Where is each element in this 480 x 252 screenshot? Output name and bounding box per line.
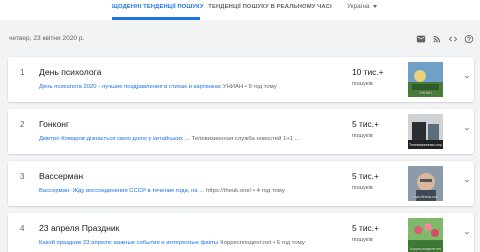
thumbnail-caption: УНИАН [419,91,432,95]
region-label: Україна [347,3,370,10]
trend-article: Вассерман: Жду воссоединения СССР в тече… [39,188,339,194]
article-source: Корреспондент.net • 6 год тому [220,240,305,246]
article-link[interactable]: Вассерман: Жду воссоединения СССР в тече… [39,188,204,194]
thumbnail-caption: https://theuk.one/ [411,195,440,199]
top-navigation: ЩОДЕННІ ТЕНДЕНЦІЇ ПОШУКУ ТЕНДЕНЦІЇ ПОШУК… [0,0,480,20]
search-count: 5 тис.+ [352,223,379,233]
trend-article: Дмитро Комаров дізнається свою долю у ки… [39,136,339,142]
search-count-label: пошуків [352,81,373,87]
article-source: Телевизионная служба новостей 1+1 ... [191,136,300,142]
trend-title[interactable]: День психолога [39,67,101,77]
trend-rank: 4 [20,224,25,233]
trend-article: Какой праздник 23 апреля: важные события… [39,240,339,246]
article-source: УНИАН • 9 год тому [222,84,277,90]
trend-title[interactable]: Вассерман [39,171,83,181]
expand-chevron-icon[interactable] [463,125,471,133]
expand-chevron-icon[interactable] [463,229,471,237]
article-link[interactable]: День психолога 2020 - лучшие поздравлени… [39,84,221,90]
trend-article: День психолога 2020 - лучшие поздравлени… [39,84,339,90]
trend-rank: 2 [20,120,25,129]
search-count-label: пошуків [352,133,373,139]
trend-thumbnail[interactable]: УНИАН [408,62,443,97]
trend-card[interactable]: 2 Гонконг Дмитро Комаров дізнається свою… [8,109,474,154]
trend-rank: 3 [20,172,25,181]
search-count: 5 тис.+ [352,119,379,129]
trend-title[interactable]: 23 апреля Праздник [39,223,119,233]
search-count-label: пошуків [352,237,373,243]
thumbnail-caption: Телевизионная служба новостей 1+1 [409,143,442,147]
tab-realtime-trends[interactable]: ТЕНДЕНЦІЇ ПОШУКУ В РЕАЛЬНОМУ ЧАСІ [208,0,332,20]
search-count: 10 тис.+ [352,67,384,77]
search-count: 5 тис.+ [352,171,379,181]
expand-chevron-icon[interactable] [463,177,471,185]
article-link[interactable]: Дмитро Комаров дізнається свою долю у ки… [39,136,190,142]
trend-thumbnail[interactable]: https://theuk.one/ [408,166,443,201]
search-count-label: пошуків [352,185,373,191]
chevron-down-icon [373,5,377,8]
tab-daily-trends[interactable]: ЩОДЕННІ ТЕНДЕНЦІЇ ПОШУКУ [112,0,204,20]
trend-card[interactable]: 1 День психолога День психолога 2020 - л… [8,57,474,102]
region-select[interactable]: Україна [347,0,377,14]
thumbnail-caption: Корреспондент.net [409,247,442,251]
trend-thumbnail[interactable]: Телевизионная служба новостей 1+1 [408,114,443,149]
expand-chevron-icon[interactable] [463,73,471,81]
article-link[interactable]: Какой праздник 23 апреля: важные события… [39,240,218,246]
trend-card[interactable]: 3 Вассерман Вассерман: Жду воссоединения… [8,161,474,206]
article-source: https://theuk.one/ • 4 год тому [206,188,285,194]
embed-icon[interactable] [448,34,458,44]
help-icon[interactable] [464,34,474,44]
trend-card[interactable]: 4 23 апреля Праздник Какой праздник 23 а… [8,213,474,252]
trend-title[interactable]: Гонконг [39,119,69,129]
rss-icon[interactable] [432,34,442,44]
trend-thumbnail[interactable]: Корреспондент.net [408,218,443,252]
email-icon[interactable] [416,34,426,44]
trend-rank: 1 [20,68,25,77]
feed-date: четвер, 23 квітня 2020 р. [9,35,85,42]
